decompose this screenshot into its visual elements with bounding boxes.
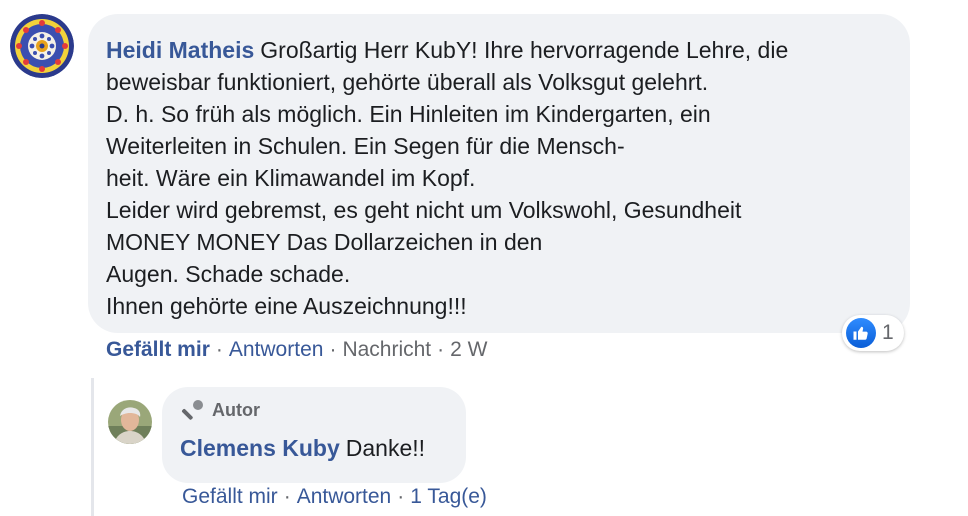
- comment-line: beweisbar funktioniert, gehörte überall …: [106, 69, 709, 95]
- reaction-badge[interactable]: 1: [842, 315, 904, 351]
- comment-line: Augen. Schade schade.: [106, 261, 351, 287]
- avatar[interactable]: [10, 14, 74, 78]
- reply-text: Clemens Kuby Danke!!: [180, 435, 446, 462]
- timestamp[interactable]: 2 W: [450, 338, 487, 362]
- comment-bubble: Heidi Matheis Großartig Herr KubY! Ihre h…: [88, 14, 910, 333]
- profile-photo-image: [108, 400, 152, 444]
- comment-line: D. h. So früh als möglich. Ein Hinleiten…: [106, 101, 711, 127]
- mandala-avatar-image: [10, 14, 74, 78]
- separator: ·: [397, 485, 405, 508]
- reply-bubble: Autor Clemens Kuby Danke!!: [162, 387, 466, 483]
- message-link[interactable]: Nachricht: [342, 338, 431, 362]
- separator: ·: [329, 338, 337, 361]
- reply-actions: Gefällt mir · Antworten · 1 Tag(e): [182, 485, 487, 509]
- separator: ·: [283, 485, 291, 508]
- comment-author-link[interactable]: Heidi Matheis: [106, 37, 254, 63]
- reply-thread-line: [91, 378, 94, 516]
- comment-line: Ihnen gehörte eine Auszeichnung!!!: [106, 293, 467, 319]
- separator: ·: [437, 338, 445, 361]
- comment-line: heit. Wäre ein Klimawandel im Kopf.: [106, 165, 476, 191]
- comment-line: Leider wird gebremst, es geht nicht um V…: [106, 197, 742, 223]
- comment-line: Weiterleiten in Schulen. Ein Segen für d…: [106, 133, 625, 159]
- like-link[interactable]: Gefällt mir: [106, 338, 210, 362]
- author-badge: Autor: [180, 399, 446, 421]
- separator: ·: [215, 338, 223, 361]
- author-badge-label: Autor: [212, 399, 260, 420]
- thumbs-up-icon: [846, 318, 876, 348]
- comment-text: Heidi Matheis Großartig Herr KubY! Ihre h…: [106, 34, 890, 322]
- reply-link[interactable]: Antworten: [297, 485, 392, 509]
- comment-actions: Gefällt mir · Antworten · Nachricht · 2 …: [106, 338, 487, 362]
- avatar[interactable]: [108, 400, 152, 444]
- timestamp[interactable]: 1 Tag(e): [410, 485, 487, 509]
- comment-line: Heidi Matheis Großartig Herr KubY! Ihre h…: [106, 34, 890, 66]
- reply-body: Danke!!: [345, 435, 426, 461]
- reply-link[interactable]: Antworten: [229, 338, 324, 362]
- reply-author-link[interactable]: Clemens Kuby: [180, 435, 340, 461]
- comment-line-text: Großartig Herr KubY! Ihre hervorragende …: [260, 37, 789, 63]
- like-link[interactable]: Gefällt mir: [182, 485, 278, 509]
- microphone-icon: [181, 400, 203, 420]
- comment-line: MONEY MONEY Das Dollarzeichen in den: [106, 229, 543, 255]
- reaction-count: 1: [882, 321, 894, 344]
